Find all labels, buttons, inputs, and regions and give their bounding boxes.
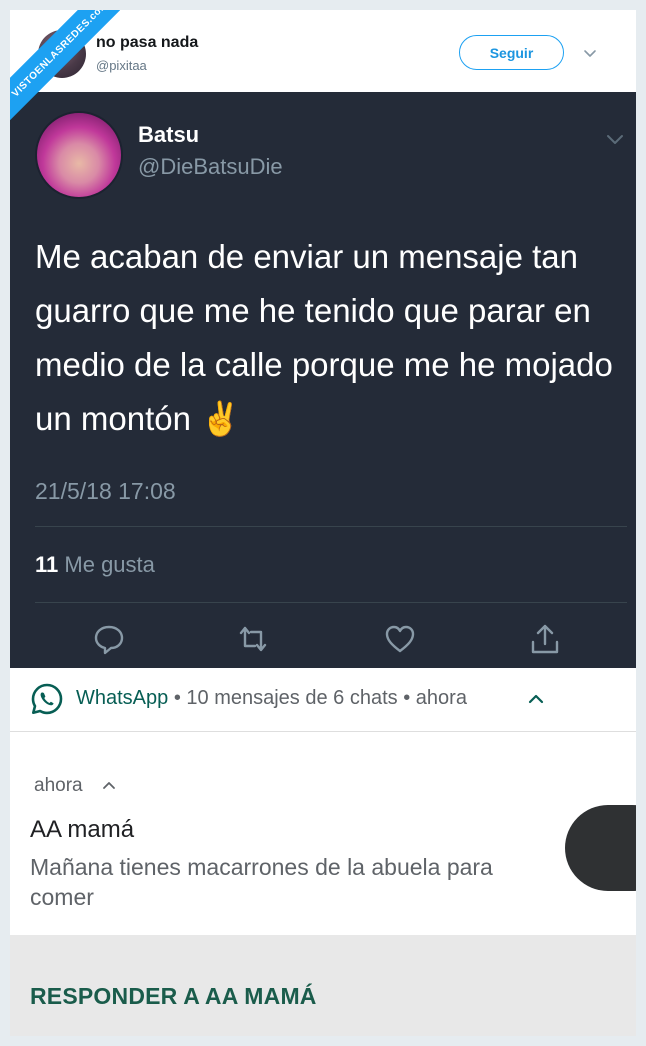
chevron-down-icon[interactable] <box>604 128 626 150</box>
quoted-handle[interactable]: @DieBatsuDie <box>138 154 283 180</box>
avatar[interactable] <box>35 111 123 199</box>
share-icon[interactable] <box>528 622 562 656</box>
reply-action-bar: RESPONDER A AA MAMÁ <box>10 935 636 1036</box>
separator-dot: • <box>403 687 411 709</box>
chevron-up-icon[interactable] <box>102 779 116 791</box>
quoted-tweet-card: Batsu @DieBatsuDie Me acaban de enviar u… <box>10 92 636 668</box>
divider <box>35 602 627 603</box>
divider <box>35 526 627 527</box>
likes-label: Me gusta <box>64 552 155 577</box>
app-name: WhatsApp <box>76 687 169 709</box>
screenshot-frame: no pasa nada @pixitaa Seguir Batsu @DieB… <box>10 10 636 1036</box>
likes-count-row[interactable]: 11 Me gusta <box>35 552 155 578</box>
watermark-banner: VISTOENLASREDES.com <box>10 10 120 120</box>
reply-button[interactable]: RESPONDER A AA MAMÁ <box>30 983 317 1010</box>
chat-summary: 10 mensajes de 6 chats <box>186 687 398 709</box>
tweet-text: Me acaban de enviar un mensaje tan guarr… <box>35 238 613 437</box>
reply-icon[interactable] <box>92 622 126 656</box>
watermark-corner: VISTOENLASREDES.com <box>10 10 120 120</box>
separator-dot: • <box>173 687 181 709</box>
contact-avatar <box>565 805 636 891</box>
retweet-icon[interactable] <box>236 622 270 656</box>
whatsapp-icon <box>31 683 63 715</box>
notification-time: ahora <box>415 687 467 709</box>
whatsapp-notification-header[interactable]: WhatsApp • 10 mensajes de 6 chats • ahor… <box>10 668 636 732</box>
message-sender: AA mamá <box>30 816 135 843</box>
heart-icon[interactable] <box>383 622 417 656</box>
quoted-display-name[interactable]: Batsu <box>138 122 199 148</box>
tweet-timestamp[interactable]: 21/5/18 17:08 <box>35 478 176 505</box>
chevron-down-icon[interactable] <box>581 44 599 62</box>
message-body: Mañana tienes macarrones de la abuela pa… <box>30 854 493 910</box>
likes-count: 11 <box>35 552 59 577</box>
message-time: ahora <box>34 775 83 796</box>
chevron-up-icon[interactable] <box>528 692 544 706</box>
message-notification[interactable]: ahora AA mamá Mañana tienes macarrones d… <box>10 732 636 935</box>
notification-summary: WhatsApp • 10 mensajes de 6 chats • ahor… <box>76 687 467 710</box>
follow-button[interactable]: Seguir <box>459 35 564 70</box>
